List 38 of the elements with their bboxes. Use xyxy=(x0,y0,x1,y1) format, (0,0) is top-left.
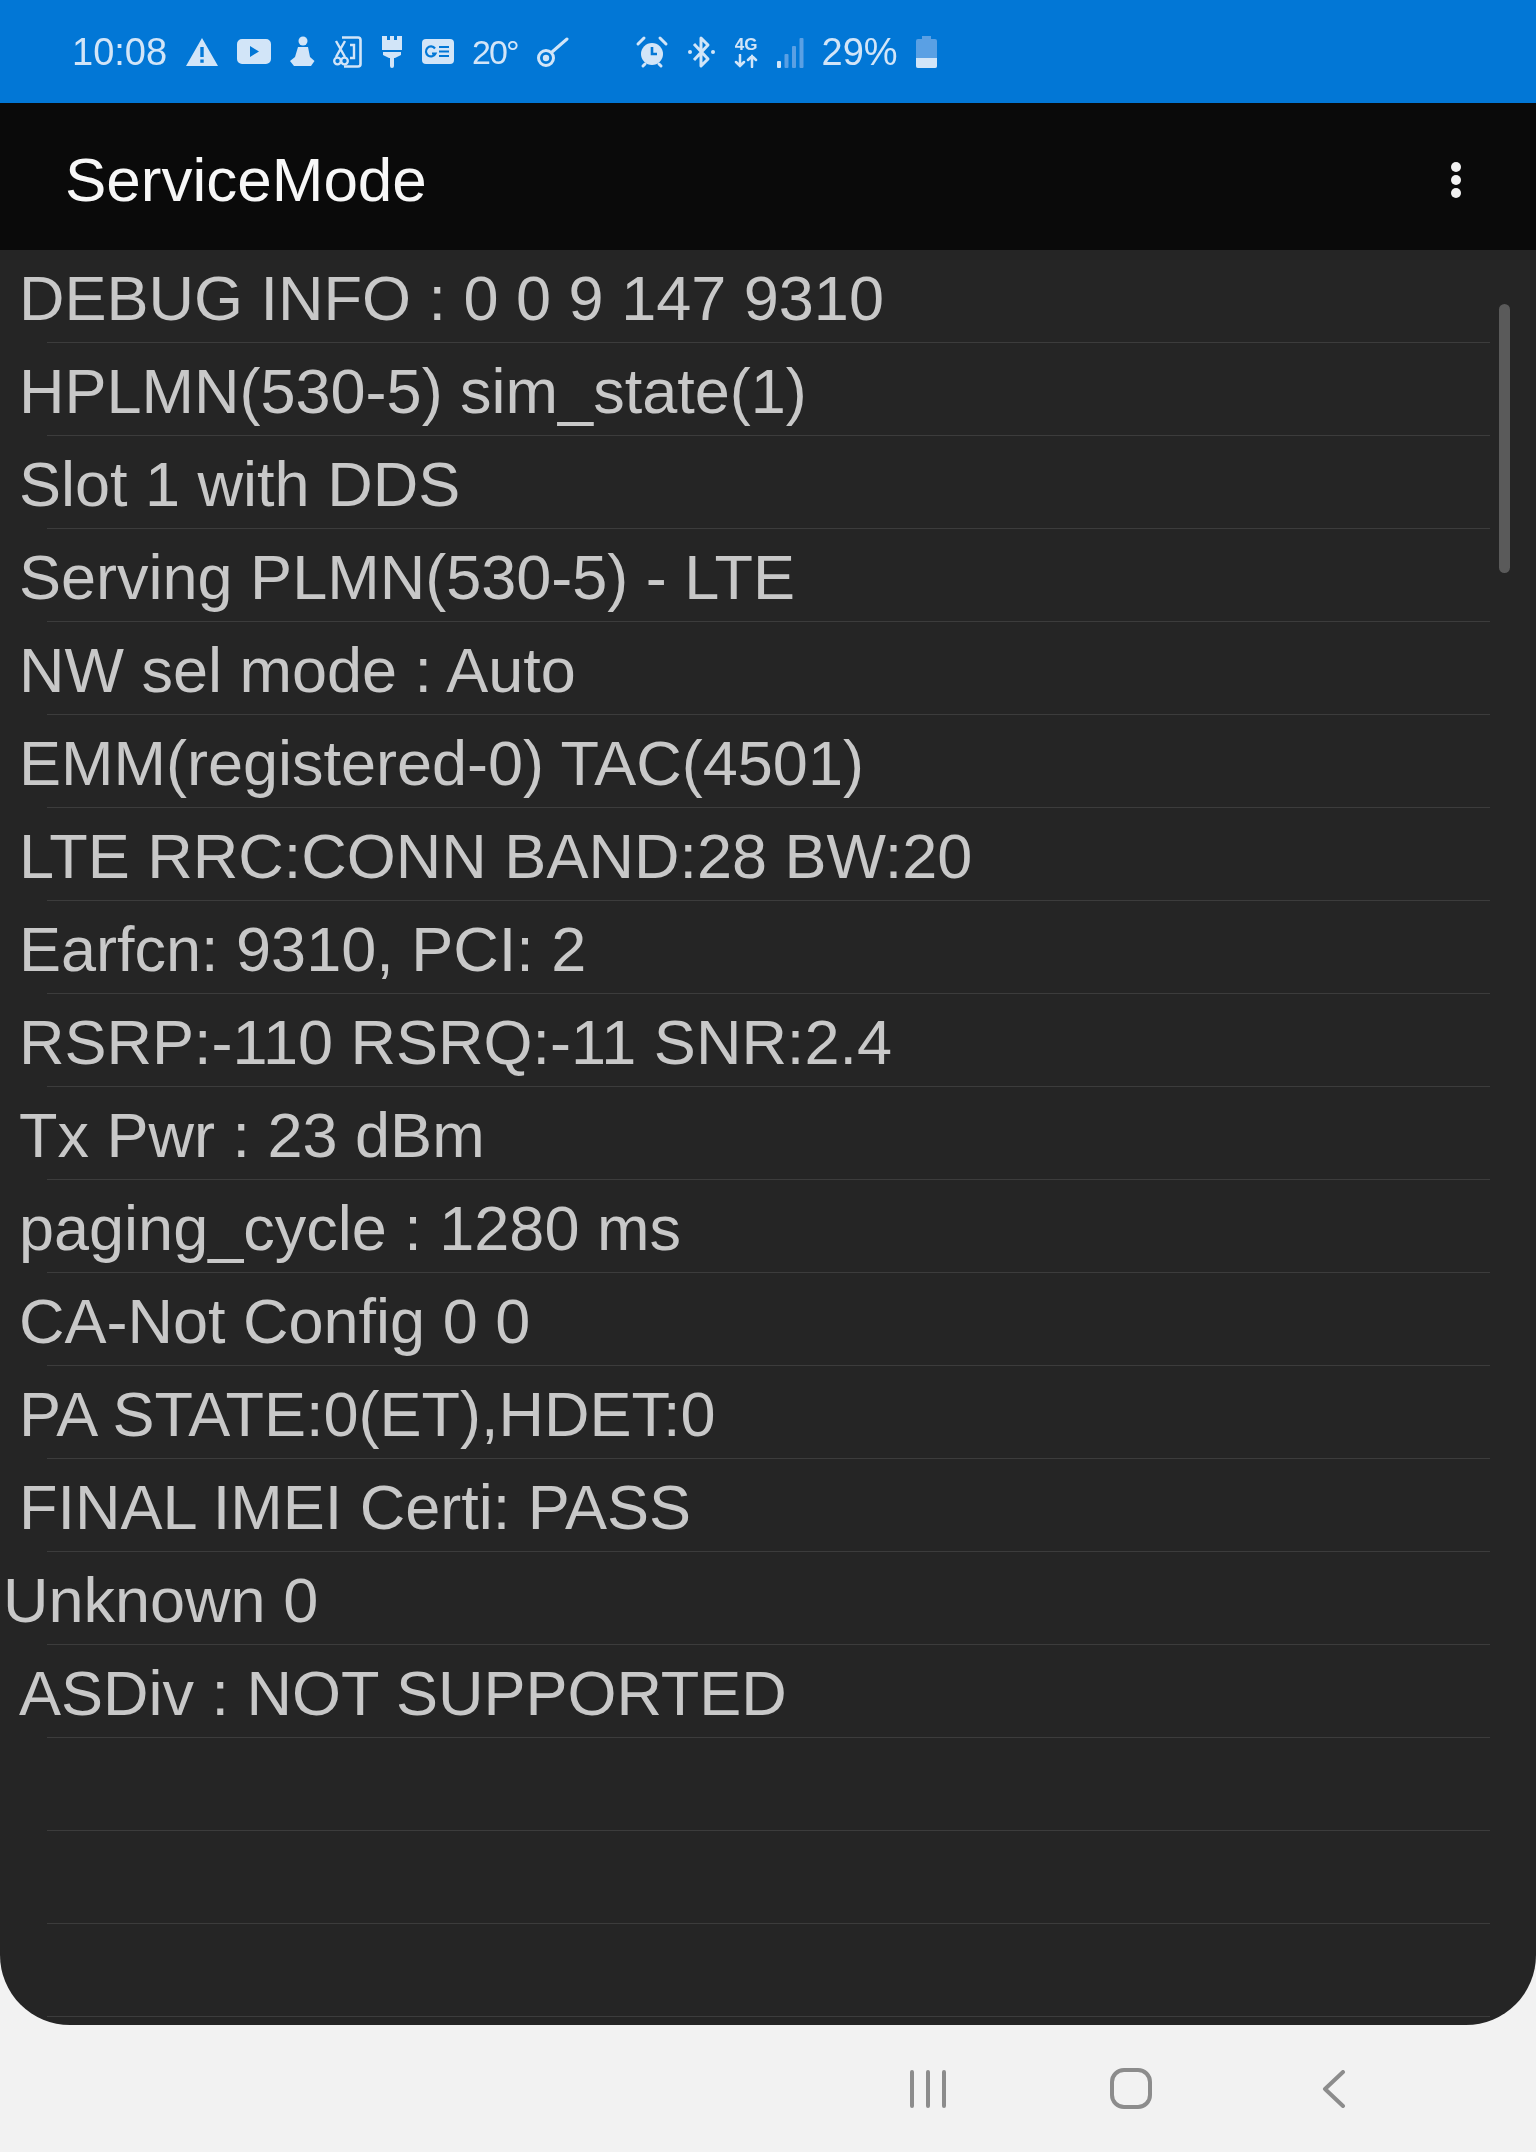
sim-card-scissors-icon xyxy=(333,35,363,68)
info-line: DEBUG INFO : 0 0 9 147 9310 xyxy=(18,263,884,334)
scrollbar-thumb[interactable] xyxy=(1499,304,1510,573)
info-line: Unknown 0 xyxy=(3,1565,319,1636)
info-line: ASDiv : NOT SUPPORTED xyxy=(18,1658,787,1729)
more-options-icon[interactable] xyxy=(1450,161,1462,198)
temperature-text: 20° xyxy=(472,34,518,69)
info-line: Tx Pwr : 23 dBm xyxy=(18,1100,485,1171)
signal-bars-icon xyxy=(776,35,804,68)
info-line: CA-Not Config 0 0 xyxy=(18,1286,531,1357)
info-line: FINAL IMEI Certi: PASS xyxy=(18,1472,692,1543)
clock-time: 10:08 xyxy=(72,32,168,71)
info-line: Earfcn: 9310, PCI: 2 xyxy=(18,914,587,985)
app-title: ServiceMode xyxy=(65,148,427,211)
data-arrows-icon xyxy=(733,53,759,68)
paint-brush-icon xyxy=(380,35,405,68)
info-line: Serving PLMN(530-5) - LTE xyxy=(18,542,796,613)
info-line: RSRP:-110 RSRQ:-11 SNR:2.4 xyxy=(18,1007,892,1078)
info-line: EMM(registered-0) TAC(4501) xyxy=(18,728,864,799)
warning-icon xyxy=(185,36,220,67)
alarm-clock-icon xyxy=(634,34,669,69)
battery-icon xyxy=(915,35,937,68)
back-icon[interactable] xyxy=(1321,2069,1346,2108)
info-line: NW sel mode : Auto xyxy=(18,635,576,706)
info-line: PA STATE:0(ET),HDET:0 xyxy=(18,1379,716,1450)
video-play-icon xyxy=(237,39,272,64)
network-type-label: 4G xyxy=(734,35,758,53)
home-icon[interactable] xyxy=(1109,2068,1152,2109)
ring-line-icon xyxy=(535,35,569,68)
recent-apps-icon[interactable] xyxy=(909,2069,946,2108)
info-line: Slot 1 with DDS xyxy=(18,449,461,520)
news-tile-icon xyxy=(422,39,455,64)
battery-percent: 29% xyxy=(821,32,898,71)
bluetooth-icon xyxy=(686,34,716,69)
person-figure-icon xyxy=(289,35,316,68)
info-line: LTE RRC:CONN BAND:28 BW:20 xyxy=(18,821,973,892)
info-line: paging_cycle : 1280 ms xyxy=(18,1193,681,1264)
info-line: HPLMN(530-5) sim_state(1) xyxy=(18,356,807,427)
